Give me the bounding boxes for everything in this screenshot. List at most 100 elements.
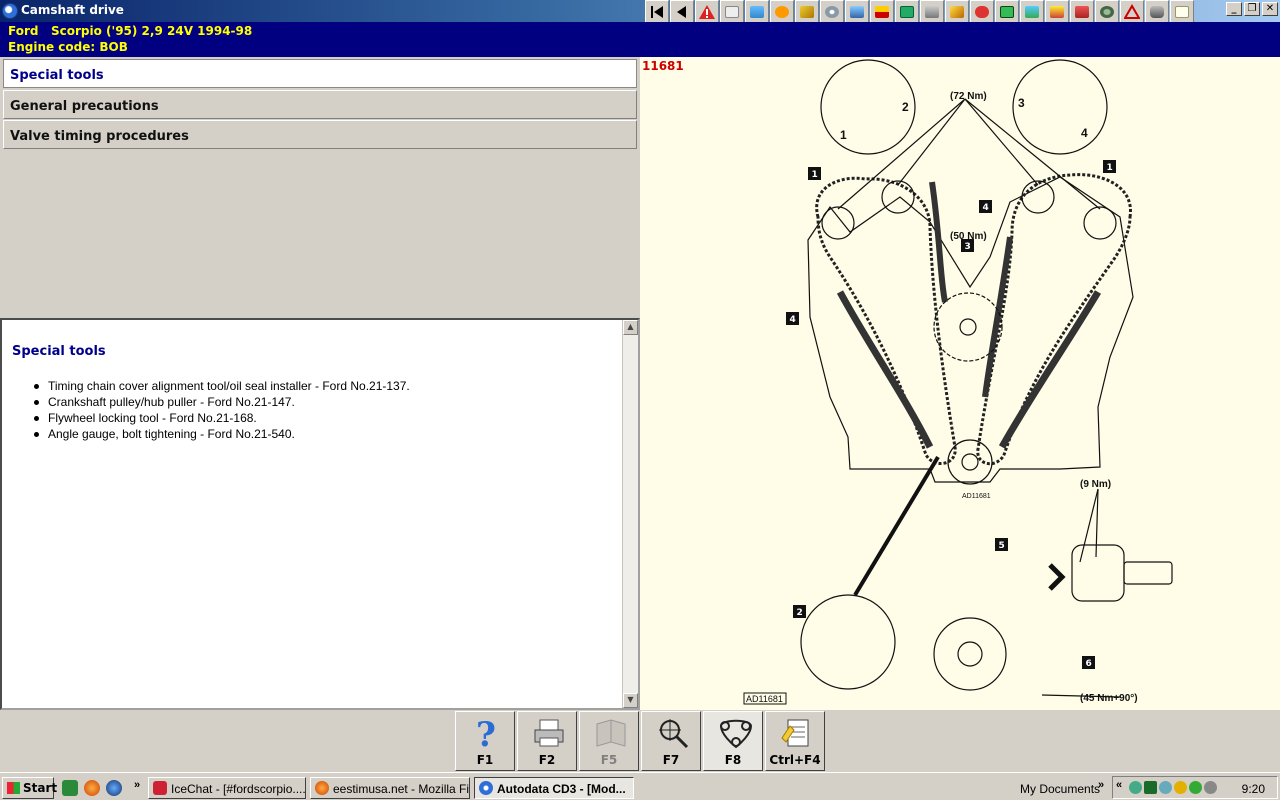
task-autodata[interactable]: Autodata CD3 - [Mod...: [474, 777, 634, 799]
task-label: Autodata CD3 - [Mod...: [497, 782, 626, 796]
f7-zoom-button[interactable]: F7: [641, 711, 701, 771]
vehicle-header: Ford Scorpio ('95) 2,9 24V 1994-98 Engin…: [0, 22, 1280, 57]
leader-line: [1079, 488, 1099, 563]
warning-icon[interactable]: [695, 0, 719, 24]
inset-number: 2: [902, 100, 909, 114]
f1-help-button[interactable]: ? F1: [455, 711, 515, 771]
app-tray-icon[interactable]: [1144, 781, 1157, 794]
callout-4-right: 4: [983, 203, 989, 213]
notes-icon[interactable]: [1170, 0, 1194, 24]
task-icechat[interactable]: IceChat - [#fordscorpio....: [148, 777, 306, 799]
f5-book-button: F5: [579, 711, 639, 771]
disc-icon[interactable]: [820, 0, 844, 24]
crank-pulley: [933, 617, 1007, 691]
vertical-scrollbar[interactable]: ▲ ▼: [622, 320, 638, 708]
wrench-icon[interactable]: [795, 0, 819, 24]
firefox-icon[interactable]: [84, 780, 100, 796]
callout-6: 6: [1086, 659, 1092, 669]
minimize-button[interactable]: _: [1226, 2, 1242, 16]
monitor-icon[interactable]: [995, 0, 1019, 24]
restore-button[interactable]: ❐: [1244, 2, 1260, 16]
back-icon[interactable]: [670, 0, 694, 24]
callout-4-left: 4: [790, 315, 796, 325]
vehicle-model: Ford Scorpio ('95) 2,9 24V 1994-98: [8, 24, 253, 38]
guide-left: [836, 290, 934, 449]
car-icon[interactable]: [970, 0, 994, 24]
network-icon[interactable]: [1020, 0, 1044, 24]
function-key-bar: ? F1 F2 F5 F7 F8 Ctrl+F4: [0, 710, 1280, 772]
gear-icon[interactable]: [770, 0, 794, 24]
task-firefox[interactable]: eestimusa.net - Mozilla Fi...: [310, 777, 470, 799]
list-item: Timing chain cover alignment tool/oil se…: [32, 378, 410, 394]
fkey-label: Ctrl+F4: [769, 753, 821, 767]
scroll-down-button[interactable]: ▼: [623, 693, 638, 708]
blank-icon[interactable]: [720, 0, 744, 24]
inset-left: [820, 59, 916, 155]
leader-line: [837, 98, 966, 210]
key-icon[interactable]: [945, 0, 969, 24]
f2-print-button[interactable]: F2: [517, 711, 577, 771]
my-documents-toolbar[interactable]: My Documents: [1020, 782, 1100, 796]
torque-label-45: (45 Nm+90°): [1080, 693, 1138, 704]
triangle-icon[interactable]: [1120, 0, 1144, 24]
clock[interactable]: 9:20: [1242, 782, 1265, 796]
quicklaunch-more-icon[interactable]: »: [134, 779, 140, 791]
content-title: Special tools: [12, 344, 106, 359]
windows-logo-icon: [7, 782, 20, 794]
globe-icon[interactable]: [106, 780, 122, 796]
leader-line: [853, 455, 940, 597]
security-tray-icon[interactable]: [1174, 781, 1187, 794]
cam-sprocket-left-2: [881, 180, 915, 214]
diagram-ref-small: AD11681: [962, 493, 991, 500]
print-icon[interactable]: [920, 0, 944, 24]
torque-label-9: (9 Nm): [1080, 479, 1111, 490]
leader-line: [964, 98, 1039, 186]
nav-item-general-precautions[interactable]: General precautions: [3, 90, 637, 119]
save-icon[interactable]: [895, 0, 919, 24]
close-button[interactable]: ✕: [1262, 2, 1278, 16]
jackshaft-sprocket: [933, 292, 1003, 362]
first-page-icon[interactable]: [645, 0, 669, 24]
crank-pulley-center: [957, 641, 983, 667]
notes-icon: [781, 719, 809, 747]
scroll-up-button[interactable]: ▲: [623, 320, 638, 335]
f8-timing-belt-button[interactable]: F8: [703, 711, 763, 771]
connection-tray-icon[interactable]: [1159, 781, 1172, 794]
content-pane: Special tools Timing chain cover alignme…: [0, 318, 640, 710]
title-bar: Camshaft drive _ ❐ ✕: [0, 0, 1280, 24]
inset-right: [1012, 59, 1108, 155]
callout-1-left: 1: [812, 170, 818, 180]
window-title: Camshaft drive: [21, 3, 124, 17]
jackshaft-hub: [959, 318, 977, 336]
diagram-id: 11681: [642, 59, 684, 73]
inset-number: 3: [1018, 96, 1025, 110]
tray-expand-icon[interactable]: «: [1116, 779, 1122, 791]
antivirus-tray-icon[interactable]: [1189, 781, 1202, 794]
app-icon: [2, 3, 18, 19]
start-button[interactable]: Start: [2, 777, 57, 799]
nav-item-special-tools[interactable]: Special tools: [3, 59, 637, 88]
network-tray-icon[interactable]: [1129, 781, 1142, 794]
settings-tray-icon[interactable]: [1204, 781, 1217, 794]
gauge-icon[interactable]: [870, 0, 894, 24]
tools-icon[interactable]: [845, 0, 869, 24]
image-icon[interactable]: [745, 0, 769, 24]
sensor-icon[interactable]: [1095, 0, 1119, 24]
magnifier-icon: [659, 719, 689, 749]
car-data-icon[interactable]: [1145, 0, 1169, 24]
tensioner-plunger: [1123, 561, 1173, 585]
info-icon[interactable]: [1045, 0, 1069, 24]
toolbar-more-icon[interactable]: »: [1098, 779, 1104, 791]
bug-icon[interactable]: [1070, 0, 1094, 24]
printer-icon: [534, 719, 564, 747]
window-controls: _ ❐ ✕: [1226, 2, 1278, 16]
list-item: Crankshaft pulley/hub puller - Ford No.2…: [32, 394, 410, 410]
ctrl-f4-notes-button[interactable]: Ctrl+F4: [765, 711, 825, 771]
tools-list: Timing chain cover alignment tool/oil se…: [32, 378, 410, 442]
tensioner-arrow: [1048, 563, 1066, 591]
nav-item-valve-timing[interactable]: Valve timing procedures: [3, 120, 637, 149]
firefox-icon: [315, 781, 329, 795]
task-label: eestimusa.net - Mozilla Fi...: [333, 782, 470, 796]
quicklaunch-icon[interactable]: [62, 780, 78, 796]
callout-1-right: 1: [1107, 163, 1113, 173]
